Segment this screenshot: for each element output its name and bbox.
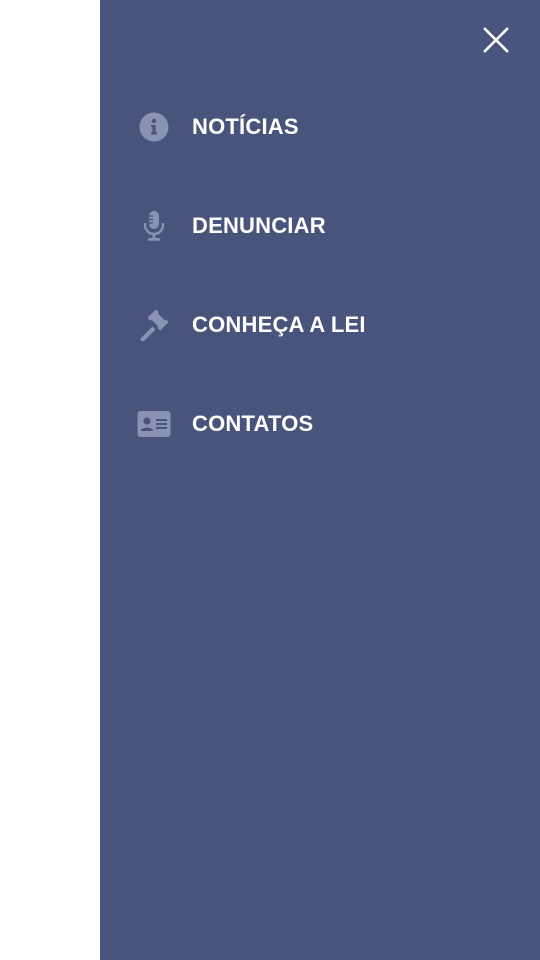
menu-item-contatos[interactable]: CONTATOS — [100, 374, 540, 473]
menu-item-label: DENUNCIAR — [192, 212, 326, 238]
menu-item-noticias[interactable]: NOTÍCIAS — [100, 77, 540, 176]
menu-item-label: CONTATOS — [192, 410, 314, 436]
navigation-drawer: NOTÍCIAS DENUNCIAR CONHEÇA A LEI CONTATO… — [100, 0, 540, 960]
contact-card-icon — [137, 407, 171, 441]
menu-item-label: CONHEÇA A LEI — [192, 311, 366, 337]
gavel-icon — [137, 308, 171, 342]
microphone-icon — [137, 209, 171, 243]
menu-item-denunciar[interactable]: DENUNCIAR — [100, 176, 540, 275]
close-button[interactable] — [476, 20, 516, 60]
menu-item-label: NOTÍCIAS — [192, 113, 299, 139]
drawer-backdrop[interactable] — [0, 0, 100, 960]
app-screen: NOTÍCIAS DENUNCIAR CONHEÇA A LEI CONTATO… — [0, 0, 540, 960]
info-circle-icon — [137, 110, 171, 144]
close-icon — [483, 27, 509, 53]
drawer-menu: NOTÍCIAS DENUNCIAR CONHEÇA A LEI CONTATO… — [100, 77, 540, 473]
menu-item-conheca-a-lei[interactable]: CONHEÇA A LEI — [100, 275, 540, 374]
